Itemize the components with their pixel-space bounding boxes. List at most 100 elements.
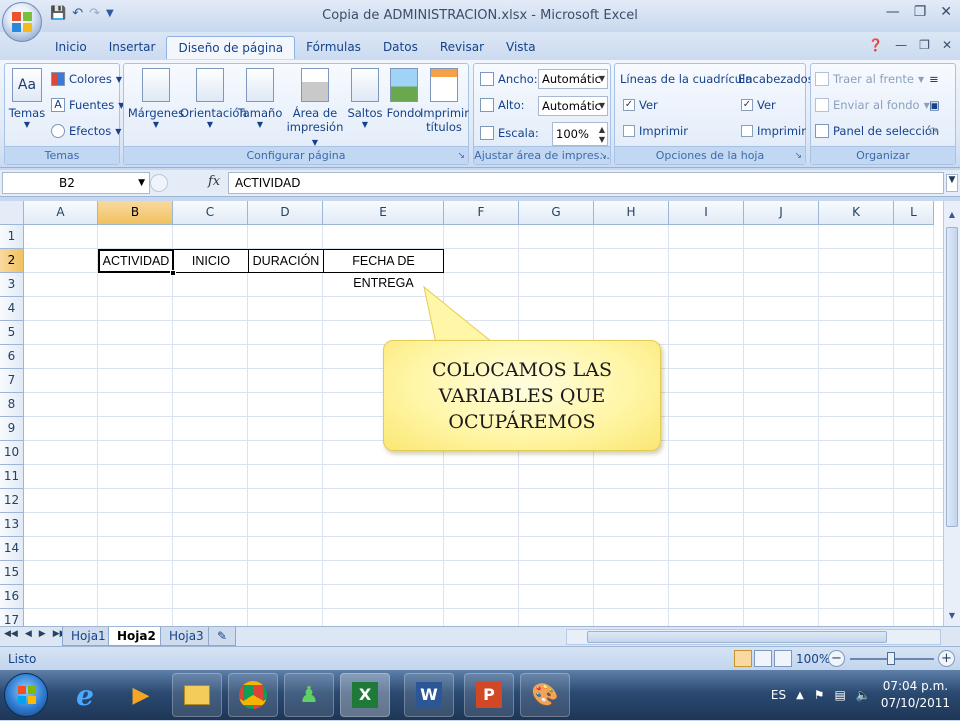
column-header-j[interactable]: J xyxy=(744,201,819,225)
close-icon[interactable]: ✕ xyxy=(940,4,952,20)
minimize-icon[interactable]: — xyxy=(886,4,900,20)
configurar-launcher-icon[interactable]: ↘ xyxy=(457,151,465,161)
area-impresion-button[interactable]: Área de impresión ▼ xyxy=(284,68,346,148)
worksheet-grid[interactable]: ACTIVIDAD INICIO DURACIÓN FECHA DE ENTRE… xyxy=(0,201,960,626)
stepper-arrows-icon[interactable]: ▲ ▼ xyxy=(599,125,605,145)
sheet-tab-hoja1[interactable]: Hoja1 xyxy=(62,627,115,646)
tab-formulas[interactable]: Fórmulas xyxy=(295,36,372,59)
tamano-button[interactable]: Tamaño ▼ xyxy=(232,68,288,129)
row-header-8[interactable]: 8 xyxy=(0,393,24,417)
align-button[interactable]: ≡ xyxy=(929,72,939,86)
enviar-al-fondo-button[interactable]: Enviar al fondo ▼ xyxy=(815,98,930,112)
word-icon[interactable]: W xyxy=(404,673,454,717)
scroll-up-icon[interactable]: ▲ xyxy=(944,207,960,223)
expand-formula-bar-icon[interactable]: ▼ xyxy=(946,174,958,192)
row-header-6[interactable]: 6 xyxy=(0,345,24,369)
ajustar-launcher-icon[interactable]: ↘ xyxy=(599,151,607,161)
column-header-g[interactable]: G xyxy=(519,201,594,225)
row-header-15[interactable]: 15 xyxy=(0,561,24,585)
headings-ver-checkbox[interactable]: ✓ Ver xyxy=(741,98,776,112)
column-header-c[interactable]: C xyxy=(173,201,248,225)
fuentes-button[interactable]: A Fuentes ▼ xyxy=(51,98,124,112)
file-explorer-icon[interactable] xyxy=(172,673,222,717)
next-sheet-icon[interactable]: ▶ xyxy=(39,629,46,639)
normal-view-icon[interactable] xyxy=(734,650,752,667)
vertical-scrollbar[interactable]: ▲ ▼ xyxy=(943,201,960,626)
chrome-icon[interactable] xyxy=(228,673,278,717)
row-header-1[interactable]: 1 xyxy=(0,225,24,249)
office-button[interactable] xyxy=(2,2,42,42)
media-player-icon[interactable]: ▶ xyxy=(116,673,166,717)
help-icon[interactable]: ❓ xyxy=(868,38,883,52)
column-header-a[interactable]: A xyxy=(24,201,98,225)
horizontal-scroll-thumb[interactable] xyxy=(587,631,887,643)
cell-e2[interactable]: FECHA DE ENTREGA xyxy=(323,249,444,290)
tab-datos[interactable]: Datos xyxy=(372,36,429,59)
insert-function-icon[interactable]: fx xyxy=(208,174,220,189)
cell-d2[interactable]: DURACIÓN xyxy=(248,249,324,273)
language-indicator[interactable]: ES xyxy=(771,688,786,702)
show-hidden-icons-icon[interactable]: ▲ xyxy=(796,690,804,701)
alto-select[interactable]: Automátic ▼ xyxy=(538,96,608,116)
row-header-5[interactable]: 5 xyxy=(0,321,24,345)
zoom-slider-handle[interactable] xyxy=(887,652,895,665)
start-button[interactable] xyxy=(4,673,48,717)
first-sheet-icon[interactable]: ◀◀ xyxy=(4,629,18,639)
row-header-3[interactable]: 3 xyxy=(0,273,24,297)
page-break-view-icon[interactable] xyxy=(774,650,792,667)
escala-stepper[interactable]: 100% ▲ ▼ xyxy=(552,122,608,146)
powerpoint-icon[interactable]: P xyxy=(464,673,514,717)
paint-icon[interactable]: 🎨 xyxy=(520,673,570,717)
gridlines-ver-checkbox[interactable]: ✓ Ver xyxy=(623,98,658,112)
row-header-17[interactable]: 17 xyxy=(0,609,24,626)
column-header-b[interactable]: B xyxy=(98,201,173,225)
imprimir-titulos-button[interactable]: Imprimir títulos xyxy=(420,68,469,134)
column-header-h[interactable]: H xyxy=(594,201,669,225)
opciones-launcher-icon[interactable]: ↘ xyxy=(794,151,802,161)
internet-explorer-icon[interactable]: e xyxy=(60,673,110,717)
column-header-d[interactable]: D xyxy=(248,201,323,225)
tab-vista[interactable]: Vista xyxy=(495,36,547,59)
formula-splitter[interactable] xyxy=(150,174,168,192)
colores-button[interactable]: Colores ▼ xyxy=(51,72,122,86)
tab-diseno-de-pagina[interactable]: Diseño de página xyxy=(166,36,296,59)
clock[interactable]: 07:04 p.m. 07/10/2011 xyxy=(881,678,950,712)
workbook-minimize-icon[interactable]: — xyxy=(895,38,907,52)
prev-sheet-icon[interactable]: ◀ xyxy=(25,629,32,639)
row-header-7[interactable]: 7 xyxy=(0,369,24,393)
zoom-in-icon[interactable]: + xyxy=(938,650,955,667)
efectos-button[interactable]: Efectos ▼ xyxy=(51,124,121,138)
column-header-f[interactable]: F xyxy=(444,201,519,225)
vertical-scroll-thumb[interactable] xyxy=(946,227,958,527)
row-header-4[interactable]: 4 xyxy=(0,297,24,321)
zoom-level[interactable]: 100% xyxy=(796,652,830,666)
row-header-12[interactable]: 12 xyxy=(0,489,24,513)
margenes-button[interactable]: Márgenes ▼ xyxy=(126,68,186,129)
ancho-select[interactable]: Automátic ▼ xyxy=(538,69,608,89)
page-layout-view-icon[interactable] xyxy=(754,650,772,667)
messenger-icon[interactable]: ♟ xyxy=(284,673,334,717)
scroll-down-icon[interactable]: ▼ xyxy=(944,608,960,624)
action-center-icon[interactable]: ⚑ xyxy=(814,688,825,702)
temas-button[interactable]: Aa Temas ▼ xyxy=(7,68,47,129)
row-header-11[interactable]: 11 xyxy=(0,465,24,489)
panel-seleccion-button[interactable]: Panel de selección xyxy=(815,124,939,138)
tab-inicio[interactable]: Inicio xyxy=(44,36,98,59)
formula-input[interactable]: ACTIVIDAD xyxy=(228,172,944,194)
tab-revisar[interactable]: Revisar xyxy=(429,36,495,59)
group-button[interactable]: ▣ xyxy=(929,98,940,112)
workbook-close-icon[interactable]: ✕ xyxy=(942,38,952,52)
restore-icon[interactable]: ❐ xyxy=(914,4,927,20)
horizontal-scrollbar[interactable] xyxy=(566,629,941,645)
gridlines-imprimir-checkbox[interactable]: Imprimir xyxy=(623,124,688,138)
traer-al-frente-button[interactable]: Traer al frente ▼ xyxy=(815,72,924,86)
column-header-i[interactable]: I xyxy=(669,201,744,225)
column-header-e[interactable]: E xyxy=(323,201,444,225)
select-all-corner[interactable] xyxy=(0,201,24,225)
cell-b2[interactable]: ACTIVIDAD xyxy=(98,249,174,273)
sheet-tab-hoja2[interactable]: Hoja2 xyxy=(108,627,165,646)
name-box[interactable]: B2 ▼ xyxy=(2,172,150,194)
headings-imprimir-checkbox[interactable]: Imprimir xyxy=(741,124,806,138)
column-header-l[interactable]: L xyxy=(894,201,934,225)
row-header-13[interactable]: 13 xyxy=(0,513,24,537)
